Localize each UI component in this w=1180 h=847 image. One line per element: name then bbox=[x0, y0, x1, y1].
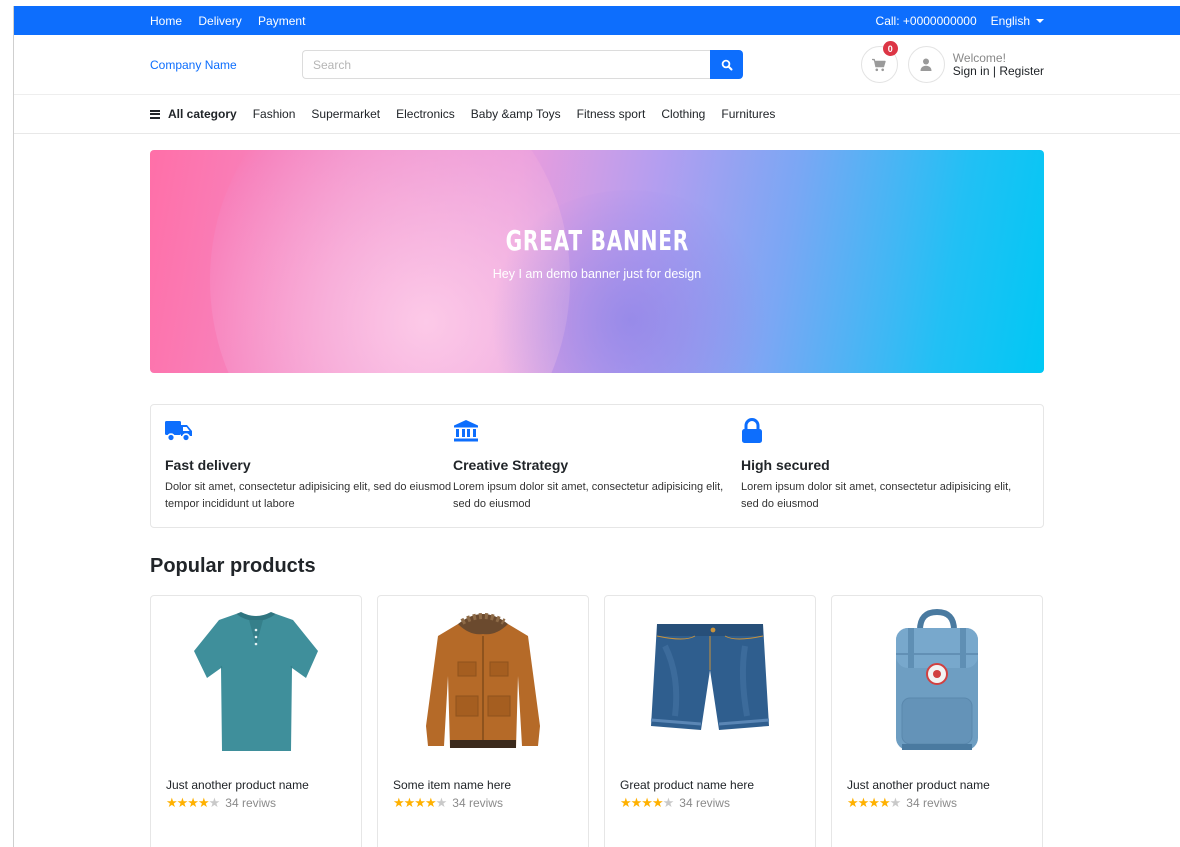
truck-icon bbox=[165, 421, 192, 442]
hero-banner[interactable]: GREAT BANNER Hey I am demo banner just f… bbox=[150, 150, 1044, 373]
product-card[interactable]: Just another product name ★★★★★ 34 reviw… bbox=[831, 595, 1043, 847]
product-name[interactable]: Just another product name bbox=[847, 778, 990, 792]
category-fashion[interactable]: Fashion bbox=[253, 107, 296, 121]
all-category-label: All category bbox=[168, 107, 237, 121]
banner-title: GREAT BANNER bbox=[505, 224, 689, 257]
feature-description: Lorem ipsum dolor sit amet, consectetur … bbox=[741, 481, 1012, 510]
feature-item: Fast delivery Dolor sit amet, consectetu… bbox=[165, 417, 453, 515]
register-link[interactable]: Register bbox=[999, 64, 1044, 78]
feature-item: Creative Strategy Lorem ipsum dolor sit … bbox=[453, 417, 741, 515]
product-card[interactable]: Great product name here ★★★★★ 34 reviws bbox=[604, 595, 816, 847]
rating-stars-icon: ★★★★★ bbox=[847, 795, 901, 810]
product-rating: ★★★★★ 34 reviws bbox=[620, 795, 730, 811]
cart-icon bbox=[872, 58, 886, 71]
product-card[interactable]: Some item name here ★★★★★ 34 reviws bbox=[377, 595, 589, 847]
product-name[interactable]: Just another product name bbox=[166, 778, 309, 792]
feature-title: Creative Strategy bbox=[453, 457, 569, 473]
backpack-image bbox=[896, 608, 978, 750]
top-bar: Home Delivery Payment Call: +0000000000 … bbox=[14, 6, 1180, 35]
menu-icon bbox=[150, 109, 160, 119]
cart-button[interactable]: 0 bbox=[860, 41, 898, 83]
rating-stars-icon: ★★★★★ bbox=[166, 795, 220, 810]
category-fitness-sport[interactable]: Fitness sport bbox=[577, 107, 646, 121]
all-category-button[interactable]: All category bbox=[150, 107, 237, 121]
language-dropdown[interactable]: English bbox=[991, 14, 1044, 28]
product-name[interactable]: Great product name here bbox=[620, 778, 754, 792]
search-input[interactable] bbox=[302, 50, 710, 79]
bank-icon bbox=[454, 420, 478, 442]
product-grid: Just another product name ★★★★★ 34 reviw… bbox=[150, 595, 1044, 847]
product-name[interactable]: Some item name here bbox=[393, 778, 511, 792]
page: Home Delivery Payment Call: +0000000000 … bbox=[13, 6, 1180, 847]
rating-stars-icon: ★★★★★ bbox=[620, 795, 674, 810]
polo-shirt-image bbox=[194, 612, 318, 751]
category-nav: All category Fashion Supermarket Electro… bbox=[14, 95, 1180, 134]
denim-shorts-image bbox=[650, 624, 770, 730]
lock-icon bbox=[742, 418, 762, 443]
review-count: 34 reviws bbox=[452, 796, 503, 810]
feature-description: Lorem ipsum dolor sit amet, consectetur … bbox=[453, 481, 724, 510]
category-baby-toys[interactable]: Baby &amp Toys bbox=[471, 107, 561, 121]
rating-stars-icon: ★★★★★ bbox=[393, 795, 447, 810]
product-rating: ★★★★★ 34 reviws bbox=[166, 795, 276, 811]
review-count: 34 reviws bbox=[906, 796, 957, 810]
nav-delivery-link[interactable]: Delivery bbox=[198, 14, 241, 28]
section-title: Popular products bbox=[150, 555, 316, 577]
feature-item: High secured Lorem ipsum dolor sit amet,… bbox=[741, 417, 1029, 515]
review-count: 34 reviws bbox=[679, 796, 730, 810]
search-form bbox=[302, 50, 743, 79]
product-card[interactable]: Just another product name ★★★★★ 34 reviw… bbox=[150, 595, 362, 847]
sign-in-link[interactable]: Sign in bbox=[953, 64, 990, 78]
category-supermarket[interactable]: Supermarket bbox=[311, 107, 380, 121]
user-account: Welcome! Sign in | Register bbox=[907, 46, 1044, 83]
feature-title: Fast delivery bbox=[165, 457, 251, 473]
cart-count-badge: 0 bbox=[882, 41, 898, 56]
header: Company Name 0 bbox=[14, 35, 1180, 95]
banner-subtitle: Hey I am demo banner just for design bbox=[492, 267, 702, 281]
nav-payment-link[interactable]: Payment bbox=[258, 14, 305, 28]
feature-description: Dolor sit amet, consectetur adipisicing … bbox=[165, 481, 452, 510]
user-icon bbox=[920, 58, 932, 71]
language-label: English bbox=[990, 13, 1030, 28]
category-electronics[interactable]: Electronics bbox=[396, 107, 455, 121]
caret-down-icon bbox=[1036, 19, 1044, 24]
product-rating: ★★★★★ 34 reviws bbox=[847, 795, 957, 811]
nav-home-link[interactable]: Home bbox=[150, 14, 182, 28]
search-icon bbox=[721, 59, 732, 70]
jacket-image bbox=[426, 613, 540, 748]
category-furnitures[interactable]: Furnitures bbox=[721, 107, 775, 121]
user-avatar[interactable] bbox=[907, 46, 945, 83]
product-rating: ★★★★★ 34 reviws bbox=[393, 795, 503, 811]
review-count: 34 reviws bbox=[225, 796, 276, 810]
brand-name[interactable]: Company Name bbox=[150, 58, 302, 72]
feature-title: High secured bbox=[741, 457, 830, 473]
call-number: Call: +0000000000 bbox=[875, 13, 977, 28]
search-button[interactable] bbox=[710, 50, 743, 79]
features-box: Fast delivery Dolor sit amet, consectetu… bbox=[150, 404, 1044, 528]
category-clothing[interactable]: Clothing bbox=[661, 107, 705, 121]
separator: | bbox=[992, 63, 996, 78]
